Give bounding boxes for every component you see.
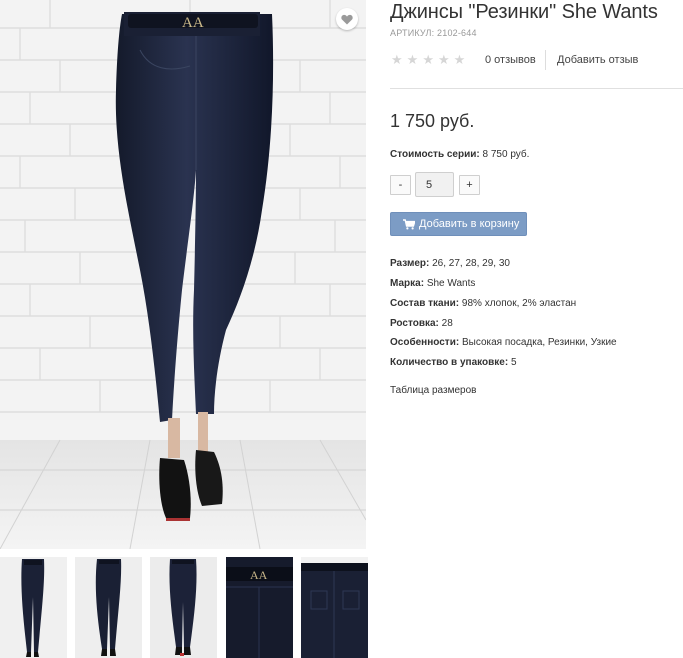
main-product-image[interactable]: AA [0,0,366,549]
svg-text:AA: AA [182,15,204,31]
series-cost-label: Стоимость серии: [390,149,480,160]
star-icon[interactable]: ★ [391,53,403,66]
thumbnail-front[interactable] [0,557,67,658]
thumbnail-image [301,557,368,658]
wishlist-button[interactable] [336,8,358,30]
spec-label: Особенности: [390,337,460,348]
series-cost-value: 8 750 руб. [482,149,530,160]
spec-label: Ростовка: [390,318,439,329]
heart-icon [341,14,353,24]
quantity-input[interactable] [415,172,454,197]
spec-label: Марка: [390,278,425,289]
spec-label: Количество в упаковке: [390,357,509,368]
thumbnail-image [0,557,67,658]
spec-value: Высокая посадка, Резинки, Узкие [461,337,617,348]
product-price: 1 750 руб. [390,111,475,131]
spec-value: 28 [441,318,453,329]
star-icon[interactable]: ★ [454,53,466,66]
shopping-cart-icon [403,218,415,229]
rating-divider [545,50,546,70]
thumbnail-back-closeup[interactable] [301,557,368,658]
thumbnail-belt-closeup[interactable]: AA [226,557,293,658]
thumbnail-strip: AA [0,557,368,658]
spec-size: Размер: 26, 27, 28, 29, 30 [390,258,510,269]
spec-value: She Wants [426,278,476,289]
quantity-increase-button[interactable]: + [459,175,480,195]
spec-value: 26, 27, 28, 29, 30 [432,258,510,269]
spec-value: 5 [510,357,517,368]
star-icon[interactable]: ★ [438,53,450,66]
thumbnail-image: AA [226,557,293,658]
star-icon[interactable]: ★ [422,53,434,66]
jeans-photo: AA [0,0,366,549]
star-icon[interactable]: ★ [407,53,419,66]
thumbnail-side[interactable] [150,557,217,658]
thumbnail-image [75,557,142,658]
spec-fabric: Состав ткани: 98% хлопок, 2% эластан [390,298,576,309]
add-review-link[interactable]: Добавить отзыв [557,54,638,66]
rating-row: ★ ★ ★ ★ ★ 0 отзывов Добавить отзыв [390,50,683,70]
thumbnail-image [150,557,217,658]
spec-height: Ростовка: 28 [390,318,453,329]
product-sku: АРТИКУЛ: 2102-644 [390,28,477,38]
spec-brand: Марка: She Wants [390,278,475,289]
reviews-count-link[interactable]: 0 отзывов [485,54,536,66]
svg-text:AA: AA [250,568,268,582]
divider [390,88,683,89]
spec-label: Размер: [390,258,430,269]
series-cost: Стоимость серии: 8 750 руб. [390,149,529,160]
size-table-link[interactable]: Таблица размеров [390,385,476,396]
spec-value: 98% хлопок, 2% эластан [461,298,577,309]
quantity-decrease-button[interactable]: - [390,175,411,195]
spec-pack-quantity: Количество в упаковке: 5 [390,357,517,368]
spec-label: Состав ткани: [390,298,460,309]
product-title: Джинсы "Резинки" She Wants [390,1,658,23]
add-to-cart-button[interactable]: Добавить в корзину [390,212,527,236]
rating-stars[interactable]: ★ ★ ★ ★ ★ [391,53,465,66]
spec-features: Особенности: Высокая посадка, Резинки, У… [390,337,617,348]
add-to-cart-label: Добавить в корзину [419,218,520,230]
thumbnail-back[interactable] [75,557,142,658]
